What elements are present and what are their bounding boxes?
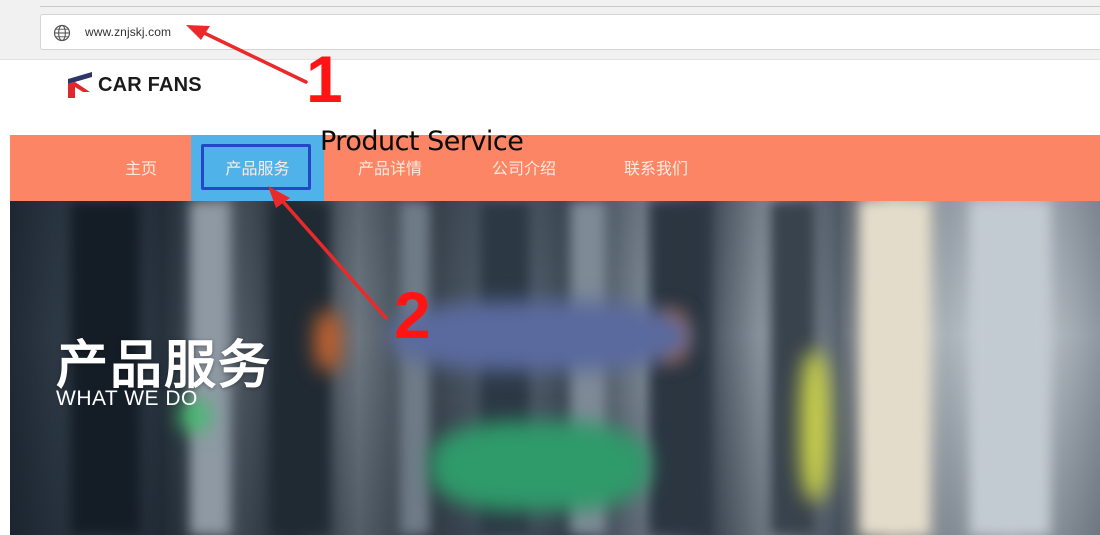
screenshot-page: www.znjskj.com CAR FANS 主页 产品服务 产品详情 公司介… — [0, 0, 1100, 535]
hero-bg-column — [400, 201, 430, 535]
annotation-step-2: 2 — [394, 278, 431, 352]
annotation-caption: Product Service — [320, 126, 524, 157]
hero-bg-light — [315, 311, 341, 371]
tab-strip-edge — [40, 6, 1100, 7]
nav-item-label: 主页 — [124, 161, 157, 178]
site-header: CAR FANS — [0, 60, 1100, 135]
logo-text[interactable]: CAR FANS — [98, 74, 202, 97]
hero-bg-column — [970, 201, 1050, 535]
browser-toolbar: www.znjskj.com — [0, 0, 1100, 60]
hero-banner: 产品服务 WHAT WE DO — [10, 201, 1100, 535]
main-nav: 主页 产品服务 产品详情 公司介绍 联系我们 — [10, 135, 1100, 201]
hero-subtitle: WHAT WE DO — [56, 387, 198, 410]
hero-bg-light — [430, 421, 650, 511]
nav-item-label: 联系我们 — [623, 161, 688, 178]
car-fans-logo-icon[interactable] — [66, 70, 94, 100]
highlight-box — [201, 144, 311, 190]
hero-bg-column — [650, 201, 710, 535]
hero-bg-light — [390, 301, 690, 371]
url-text[interactable]: www.znjskj.com — [85, 25, 171, 39]
hero-bg-column — [860, 201, 930, 535]
globe-icon — [53, 24, 71, 42]
nav-item-contact-us[interactable]: 联系我们 — [608, 135, 704, 201]
annotation-step-1: 1 — [306, 42, 343, 116]
address-bar[interactable]: www.znjskj.com — [40, 14, 1100, 50]
hero-bg-light — [800, 351, 830, 501]
nav-item-home[interactable]: 主页 — [110, 135, 172, 201]
